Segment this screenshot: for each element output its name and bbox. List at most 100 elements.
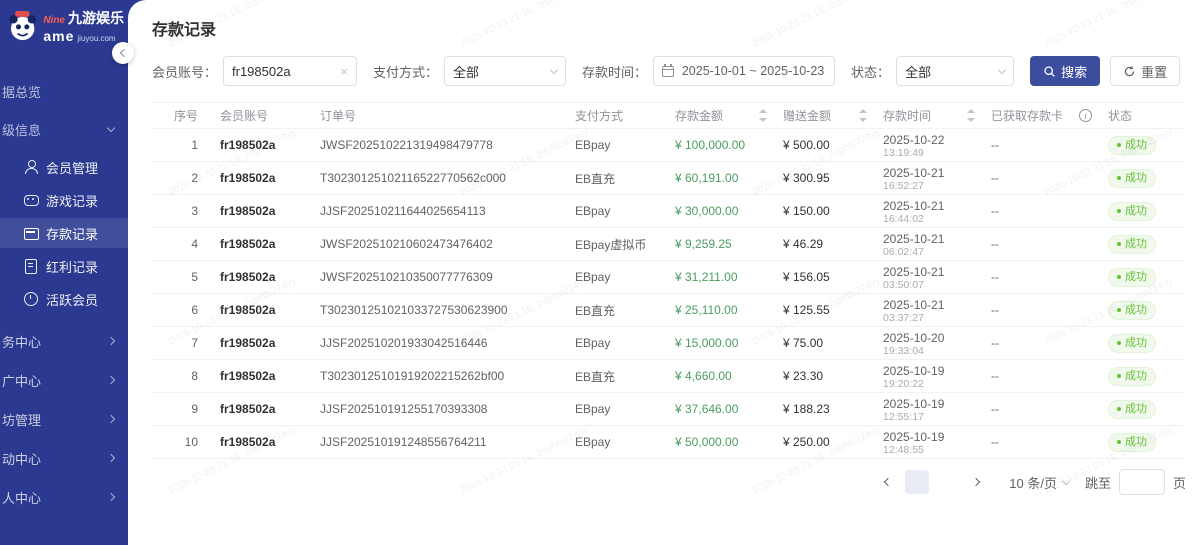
sort-icon[interactable] — [859, 109, 867, 122]
account-input[interactable] — [232, 64, 332, 79]
sidebar-menu-item[interactable]: 活跃会员 — [0, 284, 128, 314]
chevron-down-icon — [550, 65, 558, 73]
status-cell: 成功 — [1100, 129, 1184, 162]
brand-ame: ame — [43, 28, 74, 44]
order-number: JWSF202510221319498479778 — [312, 129, 567, 162]
status-cell: 成功 — [1100, 426, 1184, 459]
page-title: 存款记录 — [152, 16, 1186, 40]
sidebar-menu-item[interactable]: 红利记录 — [0, 251, 128, 281]
doc-icon — [24, 259, 38, 273]
bonus-amount: ¥ 23.30 — [775, 360, 875, 393]
status-dot-icon — [1117, 143, 1121, 147]
sidebar-menu-item[interactable]: 级信息 — [0, 114, 128, 144]
prev-page-button[interactable] — [875, 470, 899, 494]
brand-cn-name: 九游娱乐 — [68, 8, 124, 28]
sort-icon[interactable] — [759, 109, 767, 122]
page-number-button[interactable] — [935, 470, 959, 494]
status-cell: 成功 — [1100, 327, 1184, 360]
chevron-right-icon — [107, 454, 115, 462]
bonus-amount: ¥ 300.95 — [775, 162, 875, 195]
info-icon[interactable] — [1079, 109, 1092, 122]
jump-page-input[interactable] — [1119, 469, 1165, 495]
chevron-right-icon — [107, 415, 115, 423]
status-select-value: 全部 — [905, 62, 931, 81]
status-badge: 成功 — [1108, 202, 1156, 221]
sidebar-menu-item[interactable]: 人中心 — [0, 482, 128, 512]
deposit-amount: ¥ 15,000.00 — [667, 327, 775, 360]
sidebar-menu-item[interactable]: 存款记录 — [0, 218, 128, 248]
chevron-right-icon — [107, 376, 115, 384]
sidebar-menu-item[interactable]: 游戏记录 — [0, 185, 128, 215]
row-index: 3 — [152, 195, 212, 228]
date-separator: ~ — [749, 64, 756, 78]
deposit-time: 2025-10-21 16:44:02 — [875, 195, 983, 228]
sidebar-menu-item[interactable]: 会员管理 — [0, 152, 128, 182]
bonus-amount: ¥ 500.00 — [775, 129, 875, 162]
account-input-wrapper: × — [223, 56, 357, 86]
sidebar-menu-item[interactable]: 动中心 — [0, 443, 128, 473]
status-cell: 成功 — [1100, 162, 1184, 195]
sort-icon[interactable] — [967, 109, 975, 122]
clock-icon — [24, 292, 38, 306]
order-number: T302301251021033727530623900 — [312, 294, 567, 327]
date-range-picker[interactable]: 2025-10-01 ~ 2025-10-23 — [653, 56, 835, 86]
status-dot-icon — [1117, 275, 1121, 279]
payment-method: EBpay — [567, 129, 667, 162]
bonus-amount: ¥ 156.05 — [775, 261, 875, 294]
member-account: fr198502a — [212, 261, 312, 294]
chevron-down-icon — [1062, 476, 1070, 484]
brand-domain: jiuyou.com — [77, 34, 115, 43]
table-header-cell: 状态 — [1100, 103, 1184, 129]
filter-bar: 会员账号： × 支付方式： 全部 存款时间： 2025-10-01 ~ 2025… — [152, 56, 1186, 86]
status-cell: 成功 — [1100, 228, 1184, 261]
payment-select[interactable]: 全部 — [444, 56, 566, 86]
deposit-card: -- — [983, 228, 1100, 261]
search-button[interactable]: 搜索 — [1030, 56, 1100, 86]
chevron-left-icon — [884, 478, 892, 486]
member-account: fr198502a — [212, 162, 312, 195]
sidebar-menu-item[interactable]: 坊管理 — [0, 404, 128, 434]
deposit-card: -- — [983, 129, 1100, 162]
reset-button[interactable]: 重置 — [1110, 56, 1180, 86]
sidebar-menu-item[interactable]: 据总览 — [0, 76, 128, 106]
bonus-amount: ¥ 75.00 — [775, 327, 875, 360]
status-dot-icon — [1117, 440, 1121, 444]
chevron-left-icon — [120, 49, 128, 57]
deposit-time: 2025-10-21 06:02:47 — [875, 228, 983, 261]
sidebar-menu-item[interactable]: 务中心 — [0, 326, 128, 356]
order-number: JWSF202510210602473476402 — [312, 228, 567, 261]
payment-method: EB直充 — [567, 360, 667, 393]
table-header-cell: 存款时间 — [875, 103, 983, 129]
next-page-button[interactable] — [965, 470, 989, 494]
jump-unit: 页 — [1173, 473, 1186, 492]
sidebar-menu: 据总览 级信息 会员管理 游戏记录 存款记录 — [0, 76, 128, 512]
deposit-card: -- — [983, 195, 1100, 228]
sidebar-menu-item[interactable]: 广中心 — [0, 365, 128, 395]
order-number: T30230125102116522770562c000 — [312, 162, 567, 195]
table-body: 1 fr198502a JWSF202510221319498479778 EB… — [152, 129, 1184, 459]
table-row: 5 fr198502a JWSF202510210350077776309 EB… — [152, 261, 1184, 294]
page-size-select[interactable]: 10 条/页 — [1009, 473, 1069, 492]
status-badge: 成功 — [1108, 235, 1156, 254]
clear-input-icon[interactable]: × — [340, 64, 348, 79]
deposit-amount: ¥ 37,646.00 — [667, 393, 775, 426]
row-index: 9 — [152, 393, 212, 426]
status-badge: 成功 — [1108, 367, 1156, 386]
row-index: 10 — [152, 426, 212, 459]
deposit-amount: ¥ 100,000.00 — [667, 129, 775, 162]
payment-method: EBpay — [567, 195, 667, 228]
status-dot-icon — [1117, 242, 1121, 246]
row-index: 2 — [152, 162, 212, 195]
table-row: 6 fr198502a T302301251021033727530623900… — [152, 294, 1184, 327]
sidebar-collapse-button[interactable] — [112, 42, 134, 64]
deposit-amount: ¥ 9,259.25 — [667, 228, 775, 261]
pagination: 10 条/页 跳至 页 — [152, 469, 1186, 495]
deposit-card: -- — [983, 426, 1100, 459]
row-index: 5 — [152, 261, 212, 294]
status-select[interactable]: 全部 — [896, 56, 1014, 86]
page-number-button[interactable] — [905, 470, 929, 494]
chevron-right-icon — [107, 493, 115, 501]
bonus-amount: ¥ 150.00 — [775, 195, 875, 228]
deposit-time: 2025-10-22 13:19:49 — [875, 129, 983, 162]
search-icon — [1043, 65, 1056, 78]
